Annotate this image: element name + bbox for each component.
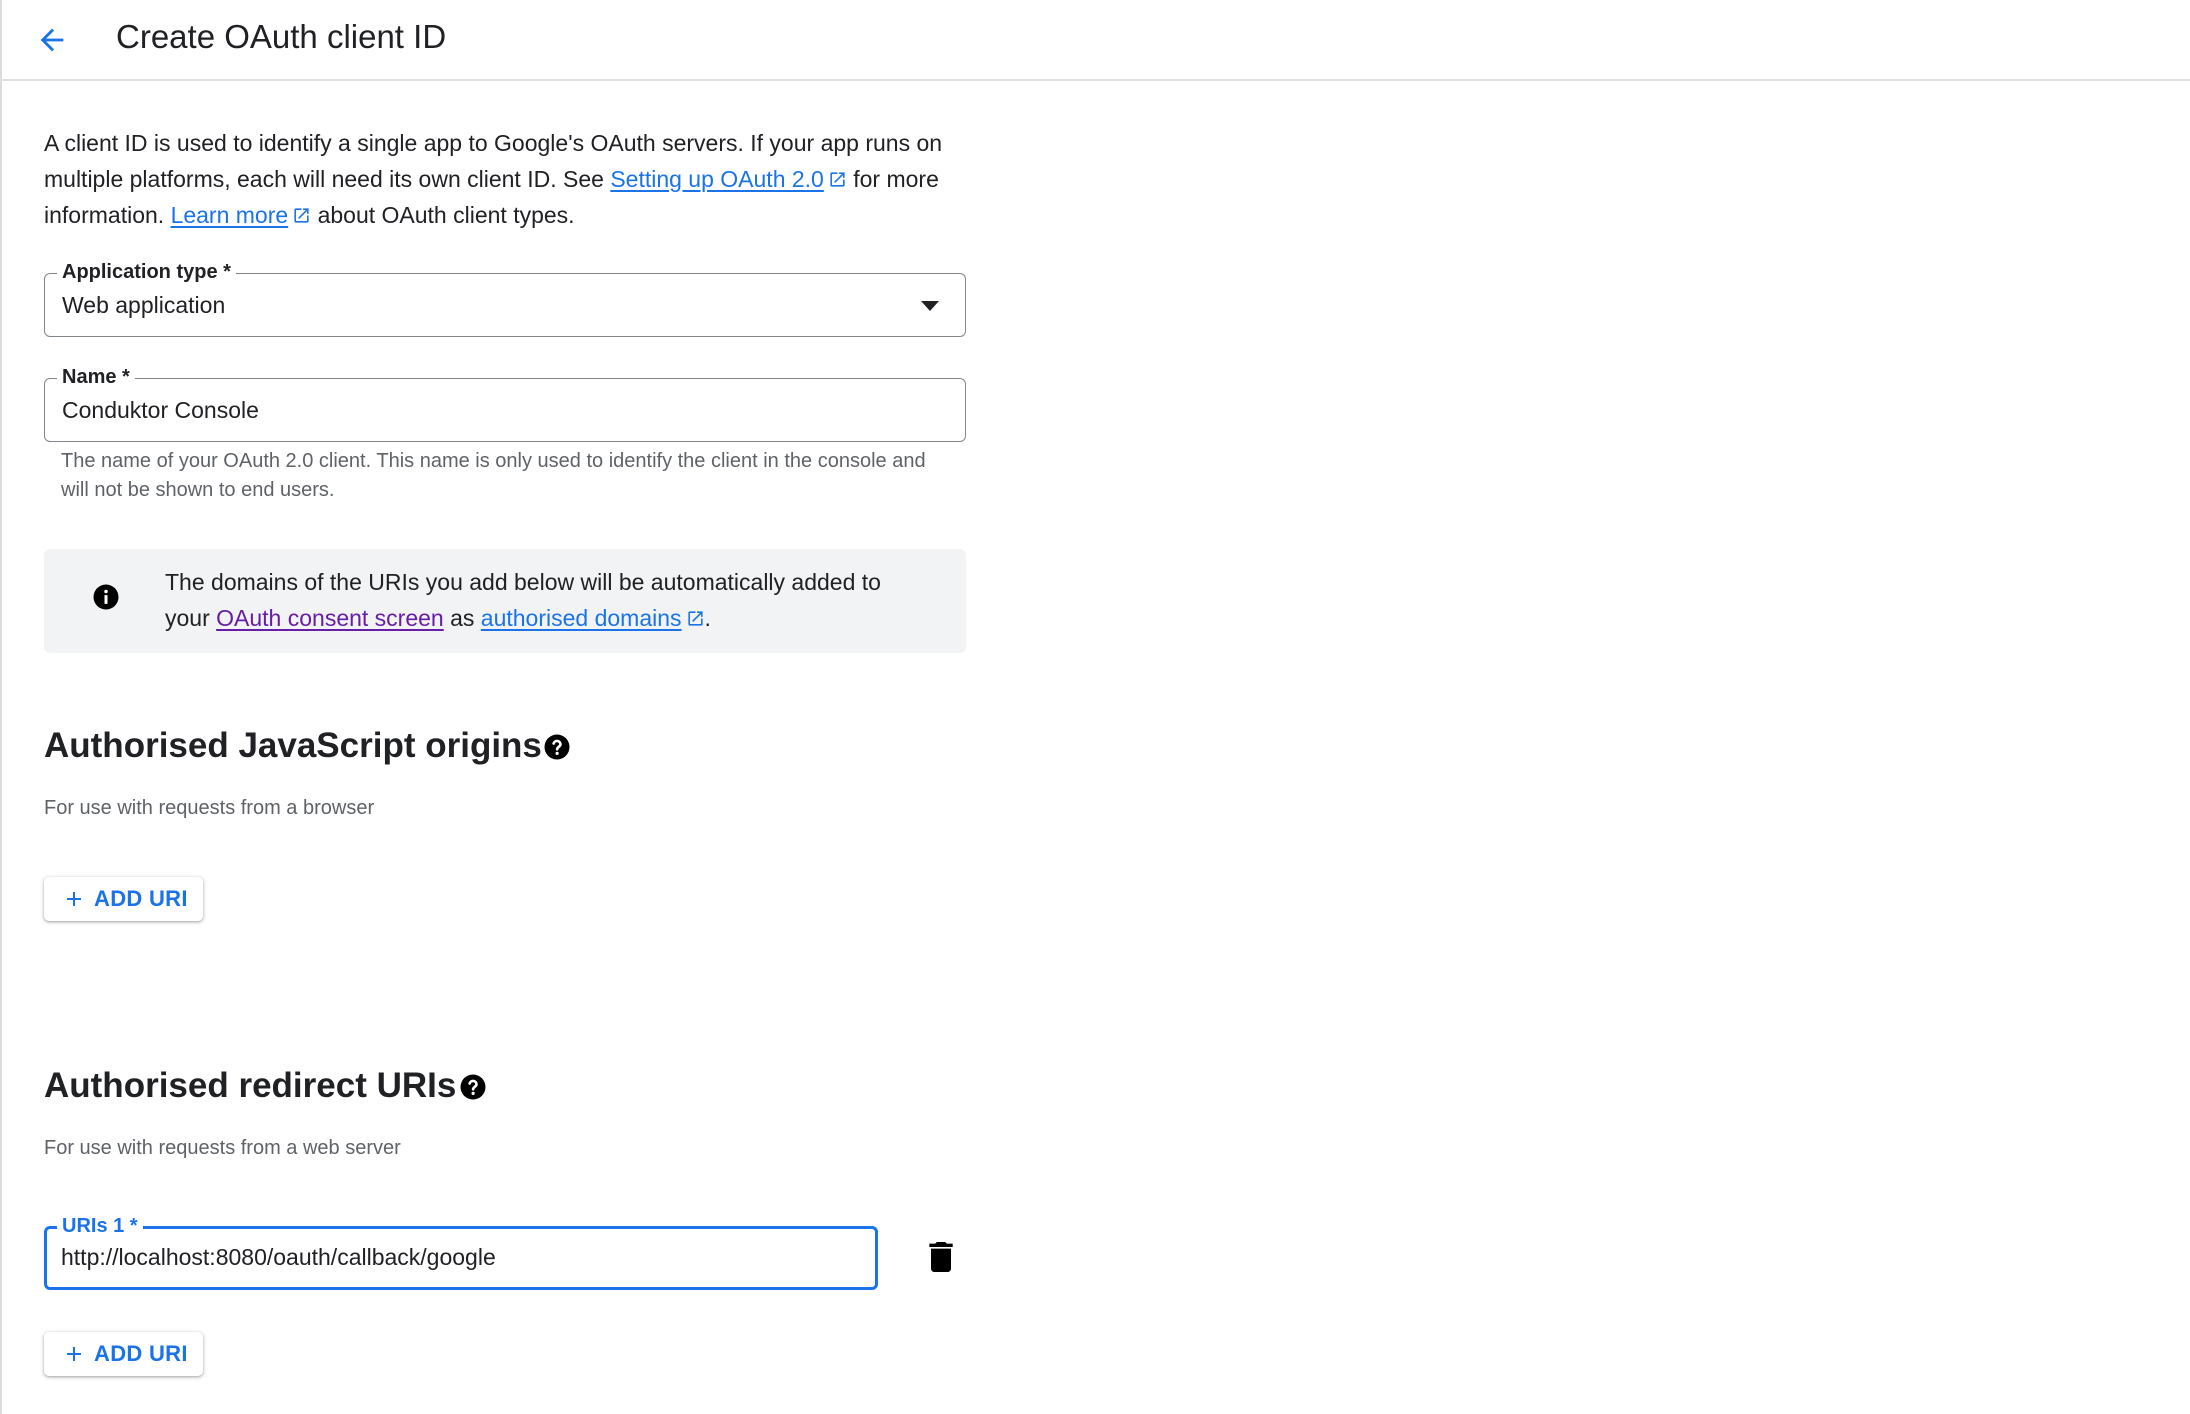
application-type-select[interactable]: Application type * Web application bbox=[44, 259, 966, 337]
redirect-uri-input[interactable]: http://localhost:8080/oauth/callback/goo… bbox=[61, 1242, 496, 1272]
external-link-icon bbox=[830, 172, 845, 187]
help-icon[interactable] bbox=[458, 1072, 488, 1102]
plus-icon bbox=[67, 892, 81, 906]
redirect-uri-label: URIs 1 * bbox=[57, 1213, 143, 1239]
application-type-value: Web application bbox=[62, 292, 226, 318]
info-banner: The domains of the URIs you add below wi… bbox=[44, 549, 966, 653]
redirect-uri-field[interactable]: URIs 1 * http://localhost:8080/oauth/cal… bbox=[44, 1213, 878, 1290]
header: Create OAuth client ID bbox=[0, 0, 2190, 81]
js-origins-title: Authorised JavaScript origins bbox=[44, 726, 542, 765]
application-type-label: Application type * bbox=[57, 259, 236, 285]
learn-more-link-label: Learn more bbox=[170, 202, 289, 228]
js-origins-subtitle: For use with requests from a browser bbox=[44, 797, 375, 819]
consent-screen-link[interactable]: OAuth consent screen bbox=[216, 605, 444, 631]
info-text-part: as bbox=[443, 605, 481, 631]
add-redirect-uri-label: ADD URI bbox=[94, 1341, 188, 1366]
intro-text: A client ID is used to identify a single… bbox=[44, 125, 974, 233]
add-redirect-uri-button[interactable]: ADD URI bbox=[44, 1332, 203, 1376]
left-divider bbox=[0, 0, 2, 1414]
delete-uri-button[interactable] bbox=[921, 1237, 961, 1277]
info-text: The domains of the URIs you add below wi… bbox=[165, 564, 925, 636]
arrow-back-icon bbox=[40, 28, 64, 52]
name-hint: The name of your OAuth 2.0 client. This … bbox=[61, 450, 926, 501]
trash-icon bbox=[929, 1242, 953, 1272]
info-text-part: . bbox=[704, 605, 711, 631]
learn-more-link[interactable]: Learn more bbox=[171, 202, 312, 228]
page: Create OAuth client ID A client ID is us… bbox=[0, 0, 2190, 1414]
setup-oauth-link-label: Setting up OAuth 2.0 bbox=[610, 166, 824, 192]
page-title: Create OAuth client ID bbox=[116, 18, 447, 55]
name-field[interactable]: Name * Conduktor Console bbox=[44, 364, 966, 442]
add-js-origin-button[interactable]: ADD URI bbox=[44, 877, 203, 921]
help-icon[interactable] bbox=[542, 732, 572, 762]
redirect-uris-title: Authorised redirect URIs bbox=[44, 1066, 457, 1105]
authorised-domains-link[interactable]: authorised domains bbox=[481, 605, 705, 631]
add-js-origin-label: ADD URI bbox=[94, 886, 188, 911]
setup-oauth-link[interactable]: Setting up OAuth 2.0 bbox=[610, 166, 847, 192]
name-label: Name * bbox=[57, 364, 135, 390]
external-link-icon bbox=[687, 611, 703, 626]
intro-text-part: about OAuth client types. bbox=[311, 202, 575, 228]
authorised-domains-link-label: authorised domains bbox=[480, 605, 682, 631]
back-button[interactable] bbox=[26, 14, 78, 66]
dropdown-arrow-icon bbox=[921, 301, 939, 311]
external-link-icon bbox=[294, 208, 309, 223]
info-icon bbox=[93, 584, 119, 610]
redirect-uris-subtitle: For use with requests from a web server bbox=[44, 1137, 401, 1159]
name-input[interactable]: Conduktor Console bbox=[62, 395, 259, 425]
plus-icon bbox=[67, 1347, 81, 1361]
